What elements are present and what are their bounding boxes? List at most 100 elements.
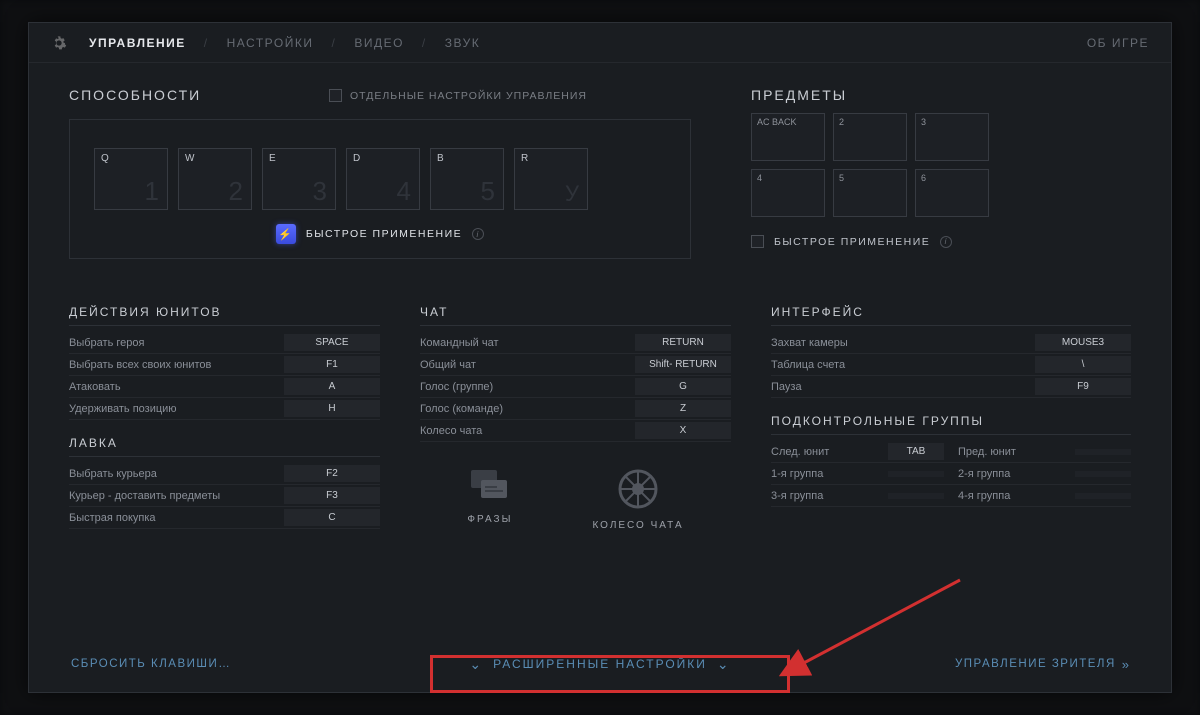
bind-label: Голос (группе) [420,381,635,393]
info-icon[interactable]: i [472,228,484,240]
nav-video[interactable]: ВИДЕО [350,36,408,50]
bind-key-input[interactable]: \ [1035,356,1131,373]
separate-controls-checkbox[interactable] [329,89,342,102]
abilities-quickcast-toggle[interactable]: ⚡ БЫСТРОЕ ПРИМЕНЕНИЕ i [94,224,666,244]
item-slot-2[interactable]: 2 [833,113,907,161]
interface-row: ПаузаF9 [771,376,1131,398]
chat-row: Колесо чатаX [420,420,731,442]
separate-controls-toggle[interactable]: ОТДЕЛЬНЫЕ НАСТРОЙКИ УПРАВЛЕНИЯ [329,89,587,102]
item-slot-5[interactable]: 5 [833,169,907,217]
section-unit-actions-title: ДЕЙСТВИЯ ЮНИТОВ [69,305,380,319]
bind-label: Удерживать позицию [69,403,284,415]
bind-label: Голос (команде) [420,403,635,415]
bind-key-input[interactable]: Shift- RETURN [635,356,731,373]
item-slot-3[interactable]: 3 [915,113,989,161]
bind-label: Командный чат [420,337,635,349]
shop-row: Курьер - доставить предметыF3 [69,485,380,507]
section-abilities-title: СПОСОБНОСТИ [69,87,201,103]
section-interface-title: ИНТЕРФЕЙС [771,305,1131,319]
unit-action-row: Выбрать герояSPACE [69,332,380,354]
bind-key-input[interactable]: H [284,400,380,417]
advanced-settings-button[interactable]: ⌄ РАСШИРЕННЫЕ НАСТРОЙКИ ⌄ [469,656,730,673]
unit-action-row: Удерживать позициюH [69,398,380,420]
topbar-nav: УПРАВЛЕНИЕ / НАСТРОЙКИ / ВИДЕО / ЗВУК ОБ… [29,23,1171,63]
nav-settings[interactable]: НАСТРОЙКИ [223,36,318,50]
bind-label: Пауза [771,381,1035,393]
bind-key-input[interactable]: F9 [1035,378,1131,395]
bind-key-input[interactable]: G [635,378,731,395]
ability-slot-5[interactable]: B5 [430,148,504,210]
nav-about[interactable]: ОБ ИГРЕ [1087,36,1149,50]
bind-label: Таблица счета [771,359,1035,371]
shop-row: Быстрая покупкаC [69,507,380,529]
ability-slot-4[interactable]: D4 [346,148,420,210]
chevron-down-icon: ⌄ [717,656,731,673]
unit-action-row: АтаковатьA [69,376,380,398]
advanced-settings-label: РАСШИРЕННЫЕ НАСТРОЙКИ [493,657,707,671]
ability-slot-3[interactable]: E3 [262,148,336,210]
phrases-label: ФРАЗЫ [467,514,512,525]
bind-label: Атаковать [69,381,284,393]
nav-audio[interactable]: ЗВУК [441,36,484,50]
bind-key-input[interactable]: RETURN [635,334,731,351]
bind-label: Захват камеры [771,337,1035,349]
footer-bar: СБРОСИТЬ КЛАВИШИ… ⌄ РАСШИРЕННЫЕ НАСТРОЙК… [29,636,1171,692]
section-items-title: ПРЕДМЕТЫ [751,87,1131,103]
bind-label: Выбрать героя [69,337,284,349]
item-slot-1[interactable]: AC BACK [751,113,825,161]
chat-row: Командный чатRETURN [420,332,731,354]
ability-slot-1[interactable]: Q1 [94,148,168,210]
chat-wheel-button[interactable]: КОЛЕСО ЧАТА [592,468,683,531]
bind-label: Выбрать курьера [69,468,284,480]
phrases-button[interactable]: ФРАЗЫ [467,468,512,531]
bind-key-input[interactable] [888,471,944,477]
section-control-groups-title: ПОДКОНТРОЛЬНЫЕ ГРУППЫ [771,414,1131,428]
unit-action-row: Выбрать всех своих юнитовF1 [69,354,380,376]
chevron-right-icon: » [1122,657,1129,672]
info-icon[interactable]: i [940,236,952,248]
gear-icon [51,35,67,51]
item-slot-4[interactable]: 4 [751,169,825,217]
bind-key-input[interactable]: A [284,378,380,395]
bind-key-input[interactable]: MOUSE3 [1035,334,1131,351]
section-shop-title: ЛАВКА [69,436,380,450]
interface-row: Захват камерыMOUSE3 [771,332,1131,354]
bind-key-input[interactable] [1075,449,1131,455]
bind-key-input[interactable]: F3 [284,487,380,504]
bind-key-input[interactable] [888,493,944,499]
bind-label: Общий чат [420,359,635,371]
items-quickcast-checkbox[interactable] [751,235,764,248]
chat-row: Общий чатShift- RETURN [420,354,731,376]
chat-row: Голос (команде)Z [420,398,731,420]
bind-label: Быстрая покупка [69,512,284,524]
wheel-icon [617,468,659,510]
chat-row: Голос (группе)G [420,376,731,398]
settings-panel: УПРАВЛЕНИЕ / НАСТРОЙКИ / ВИДЕО / ЗВУК ОБ… [28,22,1172,693]
bind-key-input[interactable]: Z [635,400,731,417]
chevron-down-icon: ⌄ [469,656,483,673]
items-quickcast-toggle[interactable]: БЫСТРОЕ ПРИМЕНЕНИЕ i [751,235,1131,248]
ability-box: Q1W2E3D4B5RУ ⚡ БЫСТРОЕ ПРИМЕНЕНИЕ i [69,119,691,259]
bind-key-input[interactable]: F1 [284,356,380,373]
ability-slot-6[interactable]: RУ [514,148,588,210]
ability-slot-2[interactable]: W2 [178,148,252,210]
reset-keys-button[interactable]: СБРОСИТЬ КЛАВИШИ… [71,658,231,670]
bind-label: Колесо чата [420,425,635,437]
bind-key-input[interactable] [1075,493,1131,499]
items-quickcast-label: БЫСТРОЕ ПРИМЕНЕНИЕ [774,236,930,248]
bind-key-input[interactable]: X [635,422,731,439]
bind-key-input[interactable]: F2 [284,465,380,482]
chat-icon [469,468,511,504]
shop-row: Выбрать курьераF2 [69,463,380,485]
bind-label: Курьер - доставить предметы [69,490,284,502]
bind-key-input[interactable]: SPACE [284,334,380,351]
bind-key-input[interactable]: TAB [888,443,944,460]
interface-row: Таблица счета\ [771,354,1131,376]
content-area: СПОСОБНОСТИ ОТДЕЛЬНЫЕ НАСТРОЙКИ УПРАВЛЕН… [29,63,1171,531]
chat-wheel-label: КОЛЕСО ЧАТА [592,520,683,531]
nav-controls[interactable]: УПРАВЛЕНИЕ [85,36,190,50]
bind-key-input[interactable]: C [284,509,380,526]
spectator-controls-button[interactable]: УПРАВЛЕНИЕ ЗРИТЕЛЯ [955,658,1116,670]
bind-key-input[interactable] [1075,471,1131,477]
item-slot-6[interactable]: 6 [915,169,989,217]
